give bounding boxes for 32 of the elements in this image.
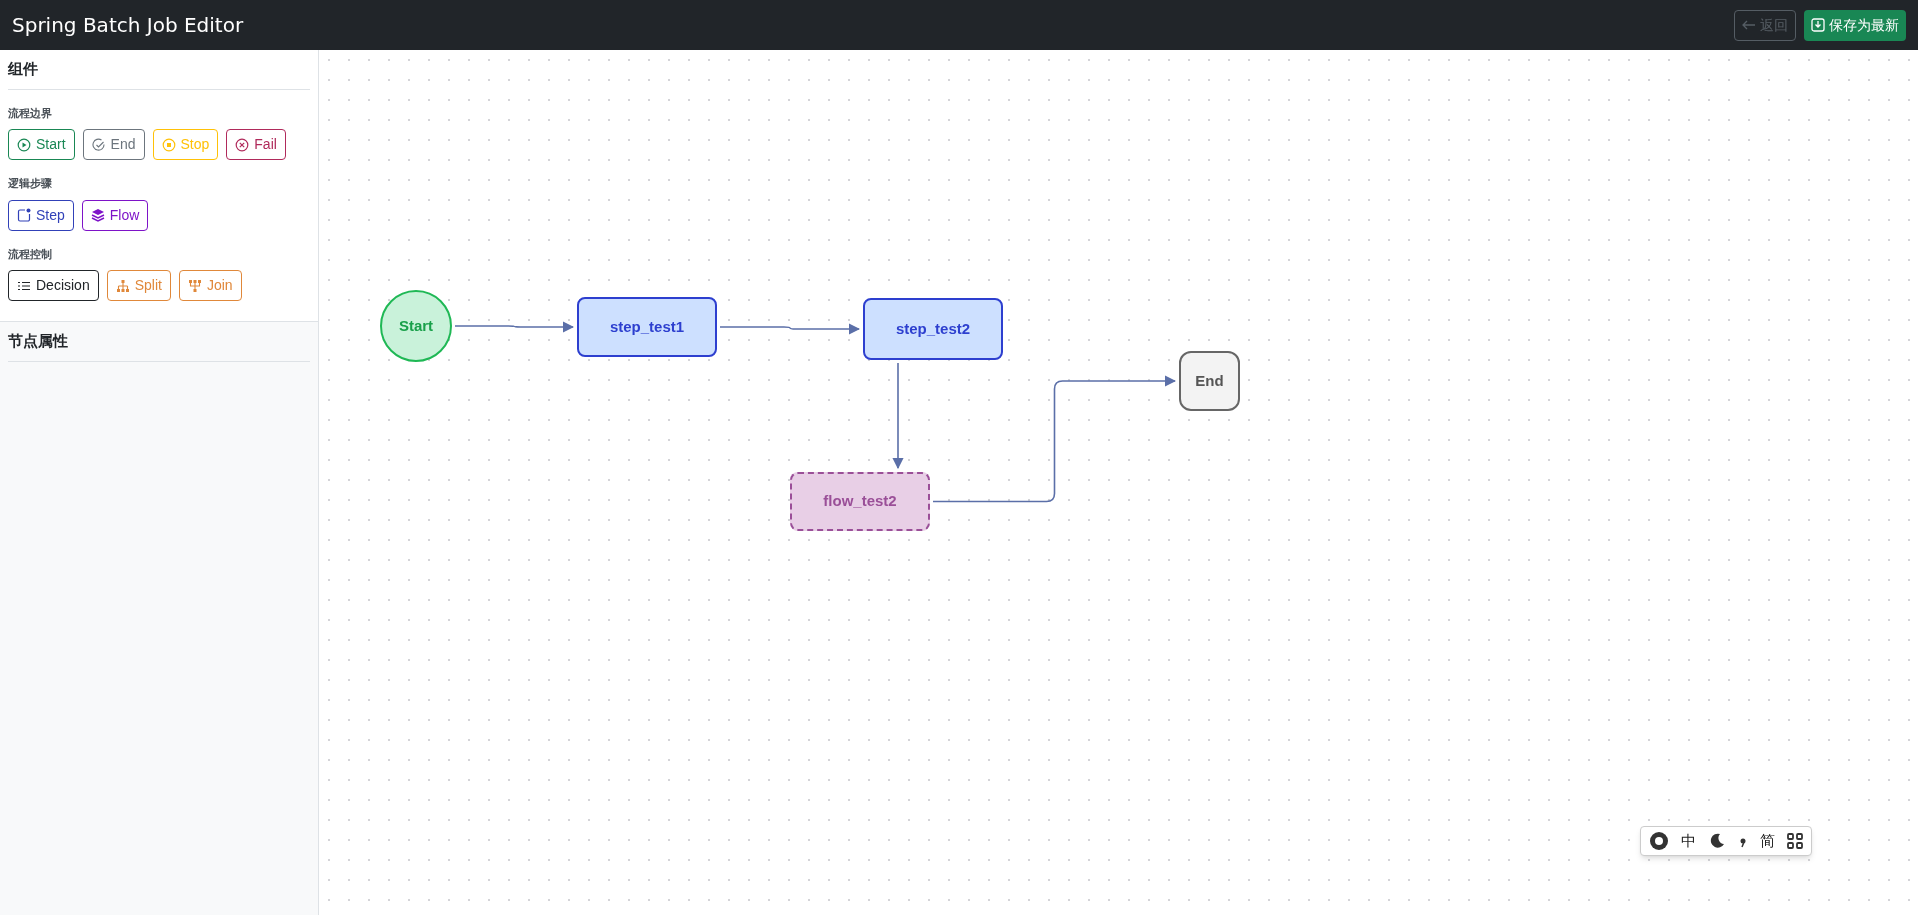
x-circle-icon <box>235 137 250 152</box>
group-label: 流程控制 <box>8 246 53 262</box>
component-button[interactable]: Flow <box>81 199 149 231</box>
group-label: 流程边界 <box>8 105 53 121</box>
charset-toggle[interactable]: 简 <box>1760 829 1775 853</box>
app-title: Spring Batch Job Editor <box>12 12 244 39</box>
grid-icon[interactable] <box>1787 833 1803 849</box>
square-dot-icon <box>17 208 31 222</box>
save-button[interactable]: 保存为最新 <box>1804 9 1906 41</box>
component-button[interactable]: End <box>82 129 145 160</box>
layers-icon <box>90 208 105 222</box>
moon-icon[interactable] <box>1708 832 1726 850</box>
step-node[interactable]: step_test1 <box>577 297 717 357</box>
check-circle-icon <box>91 137 106 152</box>
end-node[interactable]: End <box>1179 351 1240 411</box>
flow-node[interactable]: flow_test2 <box>790 472 930 531</box>
component-button[interactable]: Step <box>8 199 74 231</box>
component-button[interactable]: Start <box>8 129 75 160</box>
logo-icon[interactable] <box>1649 831 1669 851</box>
play-circle-icon <box>17 137 31 152</box>
component-button[interactable]: Decision <box>8 270 99 301</box>
input-mode-toggle[interactable]: 中 <box>1681 829 1696 853</box>
stop-circle-icon <box>161 137 176 152</box>
step-node[interactable]: step_test2 <box>863 298 1003 360</box>
section-heading: 节点属性 <box>8 330 310 362</box>
arrow-left-icon <box>1742 20 1756 30</box>
merging-icon <box>187 278 202 293</box>
download-box-icon <box>1811 18 1825 32</box>
component-button[interactable]: Fail <box>226 129 286 160</box>
branching-icon <box>115 278 130 293</box>
section-heading: 组件 <box>8 58 310 90</box>
group-label: 逻辑步骤 <box>8 176 53 191</box>
